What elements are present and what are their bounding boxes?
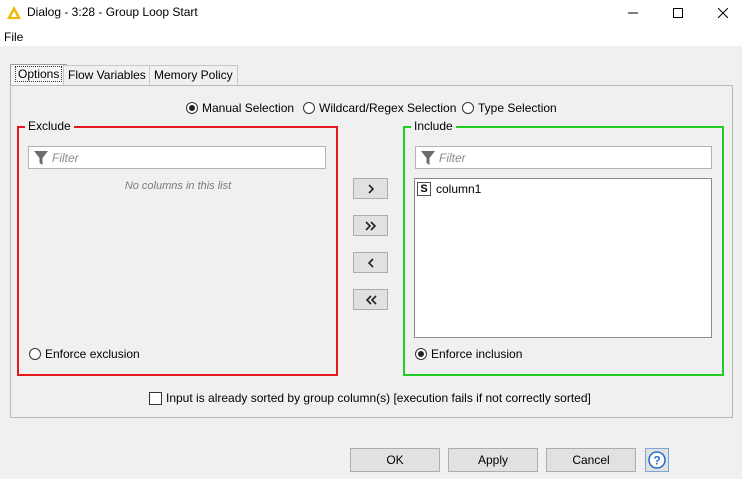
chevron-left-icon	[367, 257, 374, 268]
close-icon	[718, 8, 728, 18]
column-name: column1	[436, 182, 482, 196]
radio-indicator	[462, 102, 474, 114]
checkbox-label: Input is already sorted by group column(…	[166, 391, 591, 405]
filter-placeholder: Filter	[52, 151, 79, 165]
title-bar: Dialog - 3:28 - Group Loop Start	[0, 0, 742, 26]
minimize-icon	[628, 12, 638, 14]
double-chevron-right-icon	[364, 220, 376, 231]
radio-label: Enforce inclusion	[431, 347, 523, 361]
help-button[interactable]: ?	[645, 448, 669, 472]
close-button[interactable]	[700, 0, 742, 26]
chevron-right-icon	[367, 183, 374, 194]
radio-indicator	[303, 102, 315, 114]
svg-text:?: ?	[653, 454, 660, 468]
knime-warning-icon	[7, 6, 21, 19]
filter-icon	[421, 151, 435, 165]
menu-file[interactable]: File	[4, 30, 23, 44]
include-title: Include	[411, 119, 456, 134]
radio-label: Enforce exclusion	[45, 347, 140, 361]
wildcard-selection-radio[interactable]: Wildcard/Regex Selection	[303, 100, 456, 116]
exclude-title: Exclude	[25, 119, 74, 134]
tab-label: Options	[15, 66, 63, 82]
include-column-list[interactable]: S column1	[414, 178, 712, 338]
radio-indicator	[29, 348, 41, 360]
cancel-button[interactable]: Cancel	[546, 448, 636, 472]
window-title: Dialog - 3:28 - Group Loop Start	[27, 5, 198, 19]
move-all-left-button[interactable]	[353, 289, 388, 310]
type-selection-radio[interactable]: Type Selection	[462, 100, 557, 116]
tab-flow-variables[interactable]: Flow Variables	[63, 65, 151, 85]
string-type-icon: S	[417, 182, 431, 196]
move-all-right-button[interactable]	[353, 215, 388, 236]
enforce-exclusion-radio[interactable]: Enforce exclusion	[29, 347, 140, 361]
include-filter-input[interactable]: Filter	[415, 146, 712, 169]
radio-label: Wildcard/Regex Selection	[319, 101, 457, 115]
filter-icon	[34, 151, 48, 165]
minimize-button[interactable]	[610, 0, 656, 26]
filter-placeholder: Filter	[439, 151, 466, 165]
enforce-inclusion-radio[interactable]: Enforce inclusion	[415, 347, 522, 361]
tab-memory-policy[interactable]: Memory Policy	[149, 65, 238, 85]
list-item[interactable]: S column1	[417, 181, 481, 197]
exclude-filter-input[interactable]: Filter	[28, 146, 326, 169]
radio-label: Manual Selection	[202, 101, 295, 115]
ok-button[interactable]: OK	[350, 448, 440, 472]
already-sorted-checkbox[interactable]: Input is already sorted by group column(…	[149, 391, 591, 405]
double-chevron-left-icon	[365, 294, 377, 305]
apply-button[interactable]: Apply	[448, 448, 538, 472]
help-icon: ?	[648, 451, 666, 469]
move-left-button[interactable]	[353, 252, 388, 273]
maximize-icon	[673, 8, 683, 18]
menu-bar: File	[0, 26, 742, 46]
radio-label: Type Selection	[478, 101, 557, 115]
checkbox-indicator	[149, 391, 162, 405]
tab-options[interactable]: Options	[10, 64, 68, 86]
move-right-button[interactable]	[353, 178, 388, 199]
radio-indicator	[415, 348, 427, 360]
exclude-empty-message: No columns in this list	[124, 180, 232, 192]
manual-selection-radio[interactable]: Manual Selection	[186, 100, 294, 116]
maximize-button[interactable]	[655, 0, 701, 26]
radio-indicator	[186, 102, 198, 114]
